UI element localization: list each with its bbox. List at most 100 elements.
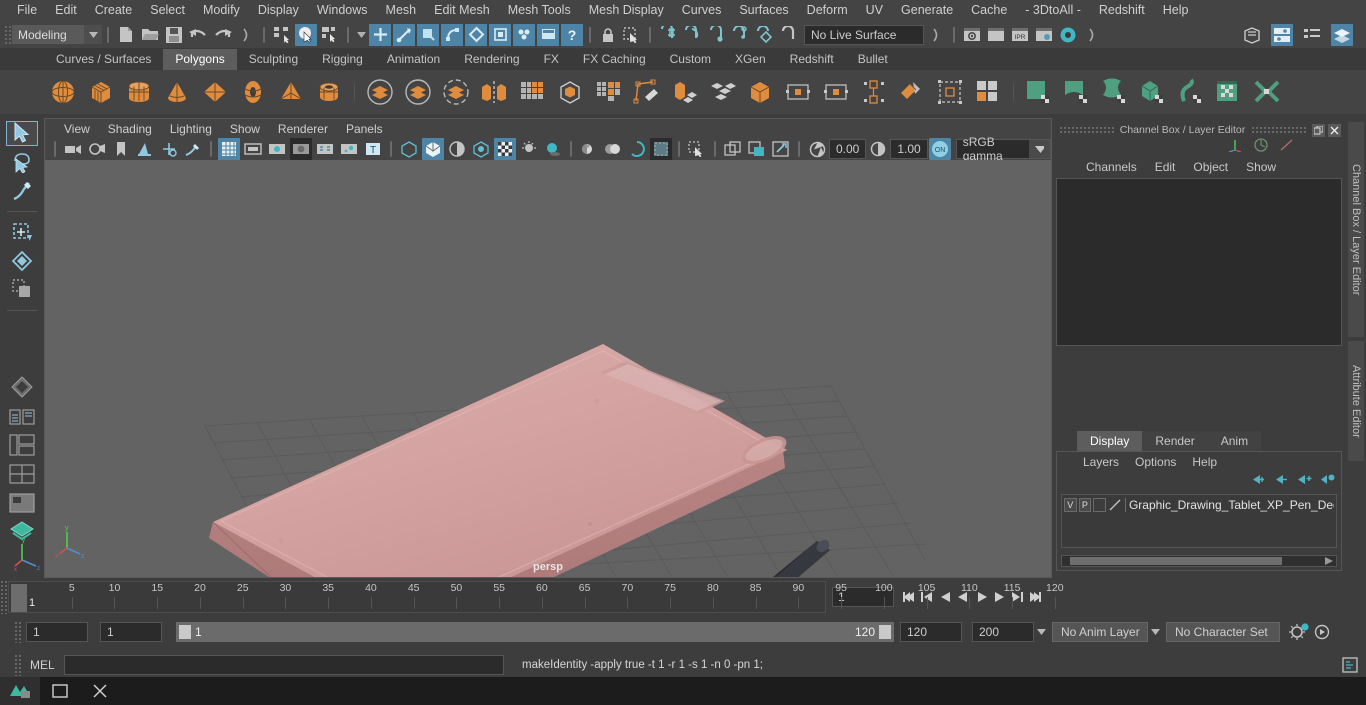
persp-outliner-layout-button[interactable] [6, 404, 38, 429]
uv-mask-button[interactable] [441, 23, 463, 46]
gate-mask-icon[interactable] [290, 138, 312, 160]
shelf-quad-draw-icon[interactable] [858, 76, 890, 108]
select-by-hierarchy-button[interactable] [271, 24, 293, 46]
new-scene-button[interactable] [115, 24, 137, 46]
live-surface-field[interactable]: No Live Surface [804, 24, 924, 45]
menu-item-modify[interactable]: Modify [194, 0, 249, 21]
dock-tab-channel-box[interactable]: Channel Box / Layer Editor [1348, 122, 1364, 337]
shelf-tab-fx[interactable]: FX [531, 49, 571, 70]
shelf-poly-pyramid-icon[interactable] [275, 76, 307, 108]
animation-preferences-icon[interactable] [1286, 623, 1312, 641]
shelf-combine-icon[interactable] [516, 76, 548, 108]
shelf-uv-cut-icon[interactable] [1251, 76, 1283, 108]
use-all-lights-icon[interactable] [518, 138, 540, 160]
contrast-icon[interactable] [867, 138, 889, 160]
shelf-append-polygon-icon[interactable] [782, 76, 814, 108]
viewport-menu-renderer[interactable]: Renderer [269, 122, 337, 136]
anim-layer-dropdown-icon[interactable] [1148, 629, 1162, 635]
contrast-field[interactable]: 1.00 [890, 139, 928, 159]
range-start-handle[interactable] [179, 625, 191, 639]
redo-render-button[interactable] [985, 24, 1007, 46]
shelf-mirror-geometry-icon[interactable] [478, 76, 510, 108]
shelf-tab-animation[interactable]: Animation [374, 49, 453, 70]
shelf-poly-cylinder-icon[interactable] [123, 76, 155, 108]
shelf-boolean-union-icon[interactable] [364, 76, 396, 108]
layer-color-swatch[interactable] [1108, 498, 1122, 512]
snap-to-point-button[interactable] [705, 24, 727, 46]
viewport-menu-view[interactable]: View [55, 122, 99, 136]
menu-item-generate[interactable]: Generate [892, 0, 962, 21]
menu-item-mesh[interactable]: Mesh [377, 0, 426, 21]
menu-set-selector[interactable]: Modeling [12, 25, 102, 44]
shelf-extrude-icon[interactable] [592, 76, 624, 108]
shelf-transfer-attributes-icon[interactable] [972, 76, 1004, 108]
layer-tab-anim[interactable]: Anim [1207, 431, 1262, 451]
shelf-uv-cylindrical-icon[interactable] [1099, 76, 1131, 108]
shelf-smooth-icon[interactable] [554, 76, 586, 108]
hull-mask-button[interactable] [465, 23, 487, 46]
layer-menu-help[interactable]: Help [1184, 455, 1225, 469]
shelf-tab-sculpting[interactable]: Sculpting [236, 49, 311, 70]
layer-type-toggle[interactable] [1093, 498, 1106, 512]
anim-end-field[interactable]: 200 [972, 622, 1034, 642]
paint-select-tool[interactable] [6, 178, 38, 203]
shelf-poly-sphere-icon[interactable] [47, 76, 79, 108]
exposure-field[interactable]: 0.00 [829, 139, 867, 159]
shelf-boolean-intersection-icon[interactable] [440, 76, 472, 108]
shelf-bridge-icon[interactable] [744, 76, 776, 108]
menu-item-windows[interactable]: Windows [308, 0, 377, 21]
text-toggle-icon[interactable]: T [362, 138, 384, 160]
select-by-component-button[interactable] [319, 24, 341, 46]
shelf-boolean-difference-icon[interactable] [402, 76, 434, 108]
scale-tool[interactable] [6, 277, 38, 302]
menu-item-3dtoall[interactable]: - 3DtoAll - [1016, 0, 1090, 21]
grid-toggle-icon[interactable] [218, 138, 240, 160]
graph-line-icon[interactable] [1279, 138, 1295, 157]
playback-preferences-icon[interactable] [1312, 624, 1332, 640]
close-icon[interactable] [1328, 123, 1341, 137]
motion-blur-icon[interactable] [602, 138, 624, 160]
menu-item-surfaces[interactable]: Surfaces [730, 0, 797, 21]
menu-item-edit-mesh[interactable]: Edit Mesh [425, 0, 499, 21]
layer-visibility-toggle[interactable]: V [1064, 498, 1077, 512]
single-persp-layout-button[interactable] [6, 490, 38, 515]
shelf-poly-split-icon[interactable] [896, 76, 928, 108]
command-line-gripper[interactable] [14, 654, 22, 676]
layer-tab-render[interactable]: Render [1142, 431, 1208, 451]
menu-item-mesh-tools[interactable]: Mesh Tools [499, 0, 580, 21]
shelf-poly-cube-icon[interactable] [85, 76, 117, 108]
hypershade-button[interactable] [1057, 24, 1079, 46]
command-input[interactable] [64, 655, 504, 675]
create-new-layer-icon[interactable] [1297, 473, 1312, 491]
shelf-uv-planar-icon[interactable] [1061, 76, 1093, 108]
shelf-tab-xgen[interactable]: XGen [722, 49, 778, 70]
menu-item-deform[interactable]: Deform [798, 0, 857, 21]
script-editor-icon[interactable] [1340, 656, 1366, 674]
channel-box-attribute-list[interactable] [1056, 178, 1342, 346]
channel-box-menu-show[interactable]: Show [1237, 160, 1285, 174]
viewport-menu-panels[interactable]: Panels [337, 122, 392, 136]
shelf-uv-unfold-icon[interactable] [1175, 76, 1207, 108]
axis-gizmo-icon[interactable] [1227, 138, 1243, 157]
wireframe-shading-icon[interactable] [398, 138, 420, 160]
range-start-field[interactable]: 1 [100, 622, 162, 642]
handle-mask-button[interactable] [513, 23, 535, 46]
layer-tab-display[interactable]: Display [1077, 431, 1143, 451]
taskbar-window-icon[interactable] [40, 677, 80, 705]
shelf-reduce-icon[interactable] [820, 76, 852, 108]
range-end-handle[interactable] [879, 625, 891, 639]
taskbar-maya-app-icon[interactable] [0, 677, 40, 705]
shelf-poly-torus-icon[interactable] [237, 76, 269, 108]
shelf-bevel-icon[interactable] [668, 76, 700, 108]
layer-menu-layers[interactable]: Layers [1075, 455, 1127, 469]
anti-alias-icon[interactable] [626, 138, 648, 160]
ipr-render-button[interactable]: IPR [1009, 24, 1031, 46]
layer-menu-options[interactable]: Options [1127, 455, 1184, 469]
show-hide-channel-box-icon[interactable] [1331, 23, 1353, 46]
outliner-layout-button[interactable] [6, 374, 38, 400]
bookmark-icon[interactable] [110, 138, 132, 160]
menu-item-create[interactable]: Create [86, 0, 142, 21]
show-hide-tool-settings-icon[interactable] [1301, 24, 1323, 46]
menu-item-uv[interactable]: UV [857, 0, 892, 21]
xray-active-components-icon[interactable] [722, 138, 744, 160]
